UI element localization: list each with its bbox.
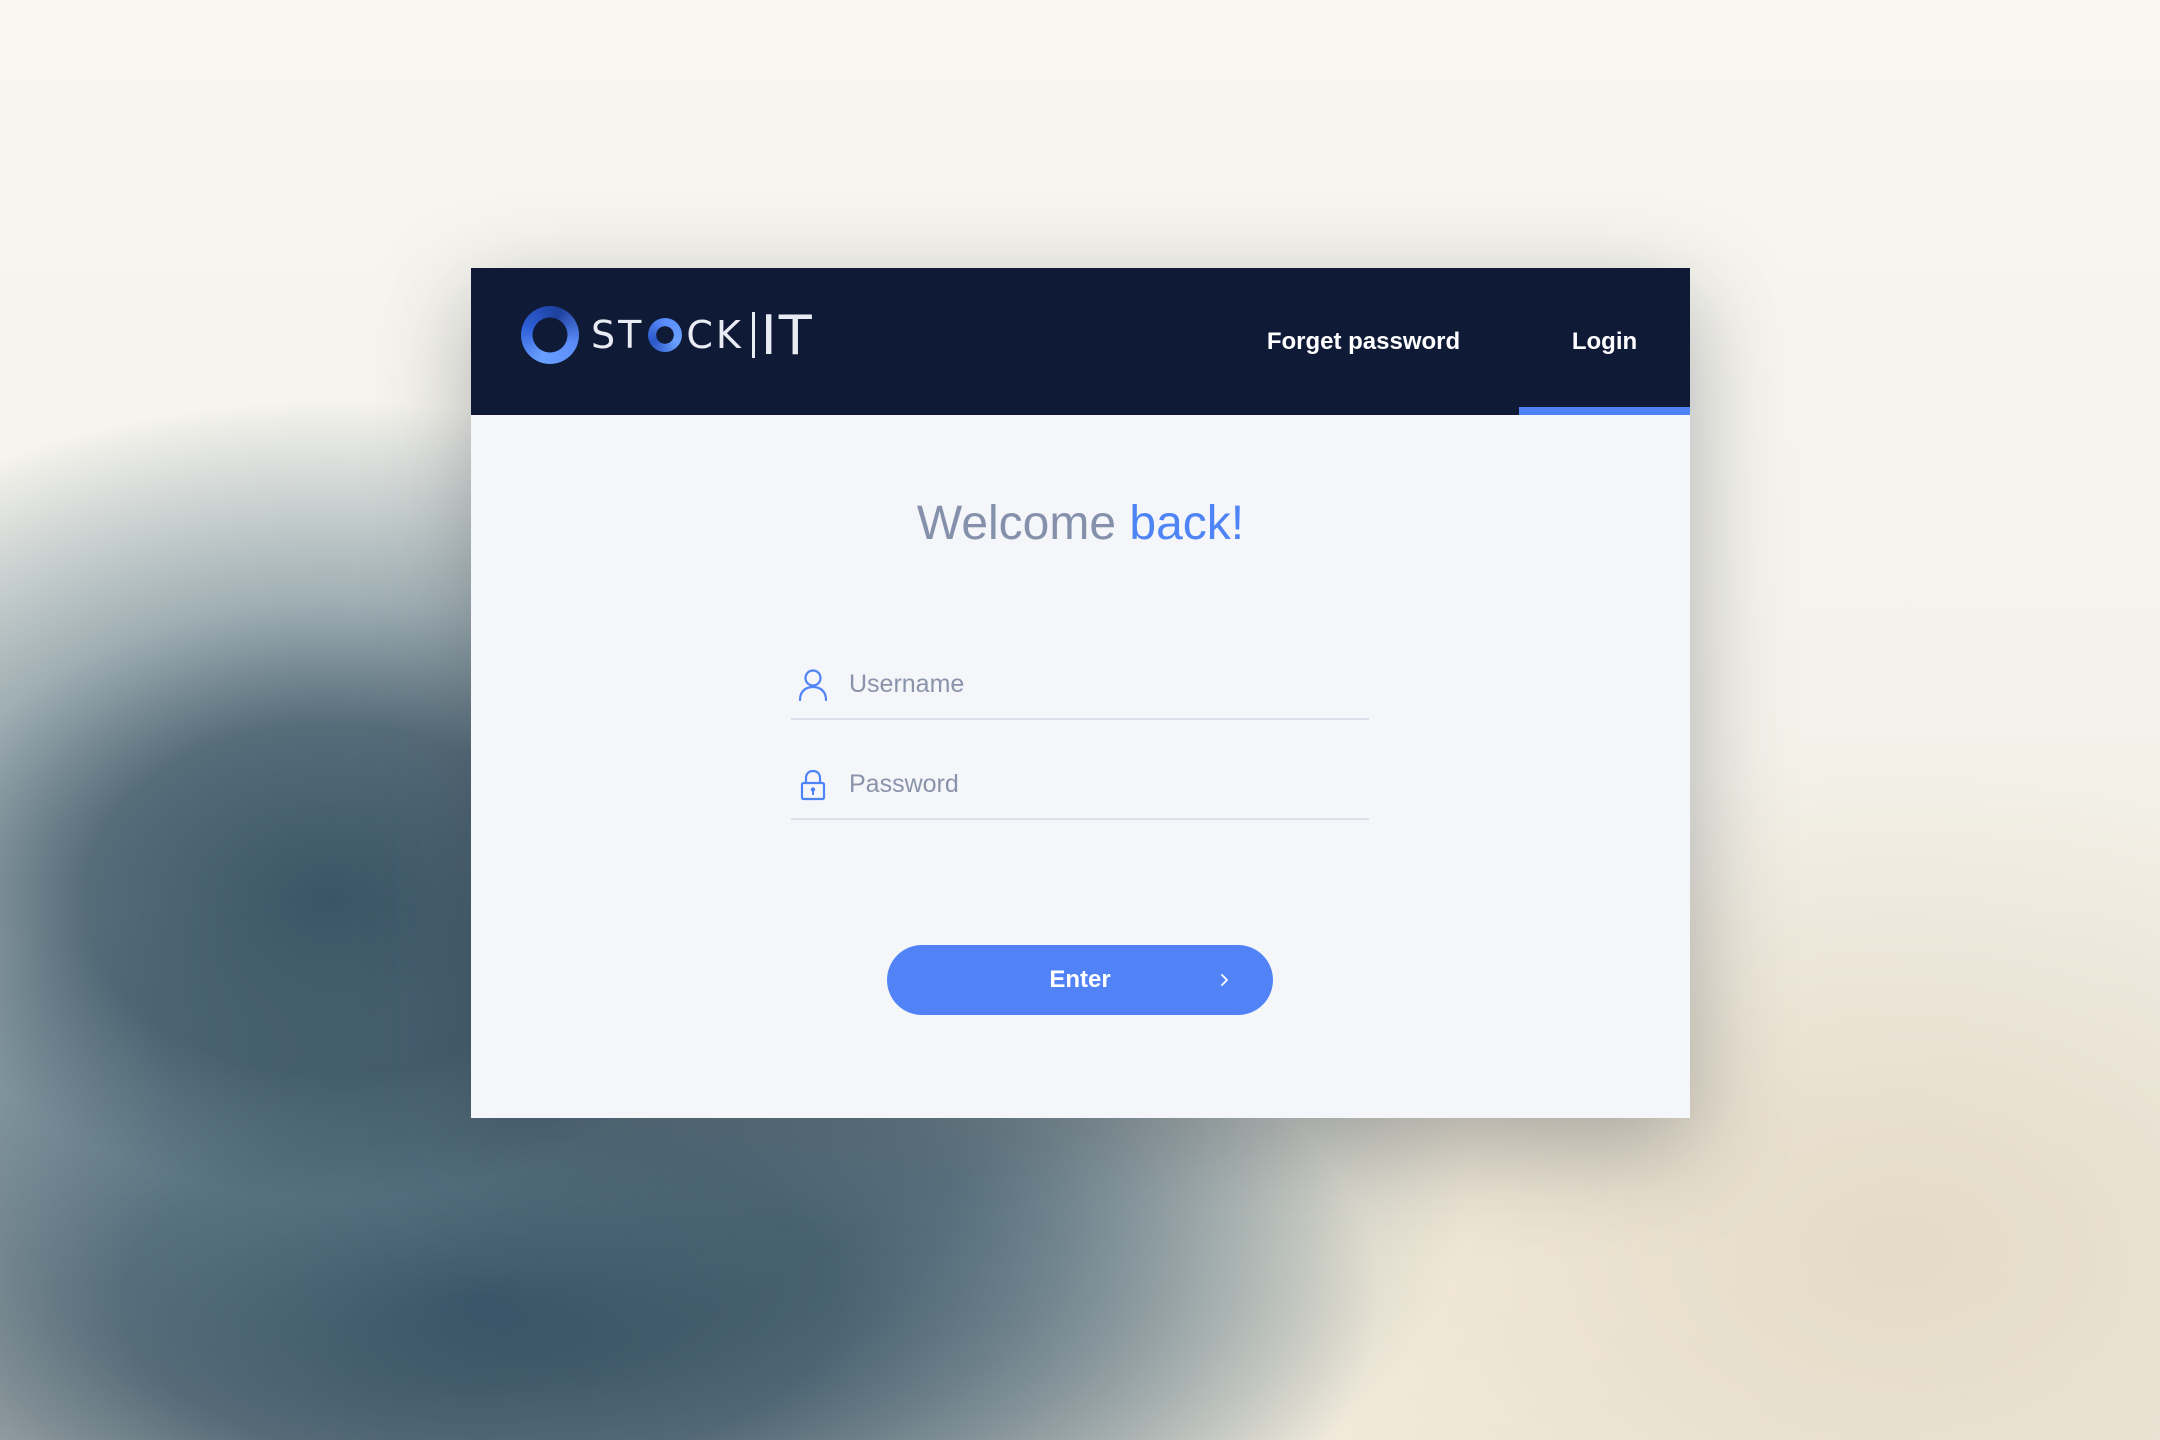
- chevron-right-icon: [1221, 974, 1228, 986]
- lock-icon: [800, 769, 826, 801]
- login-card: ST CK IT Forget password Login Welcome b…: [471, 268, 1690, 1118]
- logo-text-suffix: CK: [686, 313, 744, 357]
- title-accent: back!: [1129, 497, 1245, 550]
- nav-forget-password[interactable]: Forget password: [1251, 268, 1476, 415]
- password-field: [791, 748, 1369, 820]
- active-tab-indicator: [1519, 407, 1690, 415]
- username-field: [791, 648, 1369, 720]
- logo-text-prefix: ST: [591, 313, 645, 357]
- nav-login[interactable]: Login: [1519, 268, 1690, 415]
- enter-button[interactable]: Enter: [887, 945, 1273, 1015]
- logo-o-icon: [648, 318, 683, 352]
- user-icon: [798, 669, 828, 702]
- logo-text-it: IT: [760, 303, 814, 367]
- title-plain: Welcome: [916, 497, 1130, 550]
- username-input[interactable]: [849, 662, 1349, 706]
- logo-wordmark: ST CK IT: [591, 304, 814, 367]
- logo-divider: [751, 312, 755, 358]
- stockit-logo: ST CK IT: [521, 303, 814, 367]
- logo-ring-icon: [521, 306, 579, 364]
- password-input[interactable]: [849, 762, 1349, 806]
- top-bar: ST CK IT Forget password Login: [471, 268, 1690, 415]
- page-title: Welcome back!: [471, 496, 1690, 551]
